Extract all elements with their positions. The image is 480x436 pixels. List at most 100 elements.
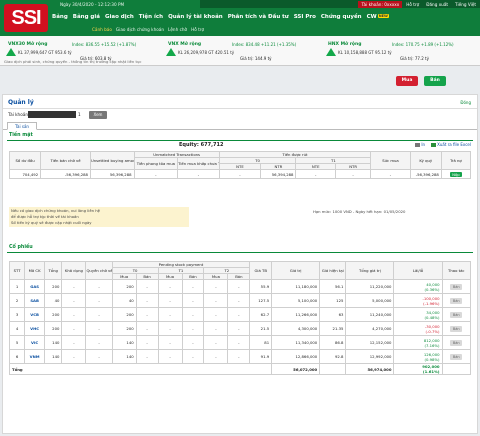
sell-row-button[interactable]: Bán [450, 339, 463, 346]
subnav-item-help[interactable]: Hỗ trợ [191, 27, 204, 32]
table-row: 5 VIC 140- -140- - - - -81 11,340,000 86.8 12,152,… [8, 335, 472, 350]
cell: - [157, 293, 183, 308]
cell: - [203, 293, 229, 308]
sub-nav: Cảnh báo Giao dịch chứng khoán Lệnh chờ … [92, 27, 204, 32]
cell: - [85, 307, 113, 322]
cell: - [334, 169, 372, 179]
sell-row-button[interactable]: Bán [450, 325, 463, 332]
stock-symbol[interactable]: VCB [24, 307, 45, 322]
excel-link[interactable]: Xuất ra file Excel [431, 142, 471, 147]
cell: 200 [43, 321, 63, 336]
account-select[interactable] [28, 111, 76, 118]
account-suffix: 1 [78, 112, 81, 117]
cell: - [61, 321, 87, 336]
cell: 62.7 [249, 307, 273, 322]
nav-item-utilities[interactable]: Tiện ích [139, 14, 163, 20]
stock-symbol[interactable]: VNM [24, 349, 45, 364]
cell: 6 [8, 349, 26, 364]
new-badge: NEW [377, 14, 389, 18]
cell: 12,866,000 [271, 349, 321, 364]
index-name: VNX30 Mở rộng [8, 42, 48, 47]
cell: 140 [111, 349, 137, 364]
cell: - [157, 307, 183, 322]
cell: 11,180,000 [271, 279, 321, 294]
cell: 11,220,000 [345, 279, 395, 294]
stock-symbol[interactable]: SAB [24, 293, 45, 308]
ssi-logo[interactable]: SSI [4, 4, 48, 32]
col-header: Tiền bán chờ về [40, 151, 91, 170]
stock-symbol[interactable]: GAS [24, 279, 45, 294]
nav-item-account[interactable]: Quản lý tài khoản [168, 14, 223, 20]
cell: -56,396,288 [409, 169, 442, 179]
cell: Nộp [440, 169, 472, 179]
total-value: 56,072,000 [271, 363, 321, 375]
subnav-item-pending[interactable]: Lệnh chờ [168, 27, 187, 32]
nav-item-warrant[interactable]: Chứng quyền [321, 14, 362, 20]
view-button[interactable]: Xem [89, 110, 107, 119]
cell: 81 [249, 335, 273, 350]
cell [441, 363, 472, 375]
action-cell: Bán [441, 279, 472, 294]
cell: - [85, 335, 113, 350]
logout-link[interactable]: Đăng xuất [423, 1, 452, 8]
cell: - [61, 349, 87, 364]
total-pl: 902,000 (1.61%) [393, 363, 443, 375]
sell-row-button[interactable]: Bán [450, 283, 463, 290]
sell-row-button[interactable]: Bán [450, 353, 463, 360]
print-link[interactable]: In [415, 142, 425, 147]
cell: 5 [8, 335, 26, 350]
cell: - [203, 335, 229, 350]
cell: - [203, 321, 229, 336]
subnav-item-trading[interactable]: Giao dịch chứng khoán [116, 27, 164, 32]
sell-button[interactable]: Bán [424, 76, 446, 86]
stock-symbol[interactable]: VIC [24, 335, 45, 350]
index-card[interactable]: VNX30 Mở rộng Index: 836.55 +15.52 (+1.8… [0, 38, 160, 61]
nav-item-cw[interactable]: CW NEW [367, 14, 389, 20]
market-ticker: Giao dịch phái sinh, chứng quyền - thông… [4, 59, 142, 64]
account-tab[interactable]: Tài khoản: 0xxxxx [358, 1, 403, 8]
index-change: Index: 170.75 +1.89 (+1.12%) [392, 42, 454, 47]
sell-row-button[interactable]: Bán [450, 311, 463, 318]
col-header: Giá trị [271, 261, 321, 280]
cell: 5,100,000 [271, 293, 321, 308]
language-link[interactable]: Tiếng Việt [455, 2, 476, 7]
cell: - [135, 321, 159, 336]
profit-loss: 812,000 (7.16%) [393, 335, 443, 350]
holding-table: STT Mã CK Tổng Khả dụng Quyền chờ về Pen… [8, 261, 472, 375]
col-header: Tổng [43, 261, 63, 280]
nav-item-trading[interactable]: Giao dịch [105, 14, 134, 20]
cell: 2 [8, 293, 26, 308]
tab-assets[interactable]: Tài sản [7, 122, 37, 130]
nav-item-board[interactable]: Bảng [52, 14, 68, 20]
divider [7, 252, 473, 253]
index-value: Giá trị: 77.2 tỷ [400, 56, 429, 61]
nav-item-ssi-pro[interactable]: SSI Pro [294, 14, 316, 20]
support-link[interactable]: Hỗ trợ [406, 2, 419, 7]
stock-symbol[interactable]: VHC [24, 321, 45, 336]
nav-item-analysis[interactable]: Phân tích và Đầu tư [228, 14, 289, 20]
cell: - [181, 335, 205, 350]
profit-loss: 40,000 (0.36%) [393, 279, 443, 294]
nav-item-price-board[interactable]: Bảng giá [73, 14, 100, 20]
profit-loss: -100,000 (-1.96%) [393, 293, 443, 308]
buy-button[interactable]: Mua [396, 76, 418, 86]
col-header: Ký quỹ [409, 151, 442, 170]
profit-loss: 126,000 (0.98%) [393, 349, 443, 364]
panel-title: Quản lý [8, 99, 34, 106]
cell: - [85, 279, 113, 294]
deposit-button[interactable]: Nộp [450, 171, 462, 177]
cell: 125 [319, 293, 347, 308]
index-card[interactable]: HNX Mở rộng Index: 170.75 +1.89 (+1.12%)… [320, 38, 480, 61]
sell-row-button[interactable]: Bán [450, 297, 463, 304]
cell: 1 [8, 279, 26, 294]
index-change: Index: 834.48 +11.21 (+1.35%) [232, 42, 297, 47]
cell: - [157, 279, 183, 294]
index-card[interactable]: VNX Mở rộng Index: 834.48 +11.21 (+1.35%… [160, 38, 320, 61]
cell: 4,300,000 [271, 321, 321, 336]
cell: - [61, 335, 87, 350]
cell: - [181, 307, 205, 322]
close-link[interactable]: Đóng [460, 100, 471, 105]
cell: - [157, 349, 183, 364]
col-header: STT [8, 261, 26, 280]
cell: -56,396,288 [40, 169, 91, 179]
